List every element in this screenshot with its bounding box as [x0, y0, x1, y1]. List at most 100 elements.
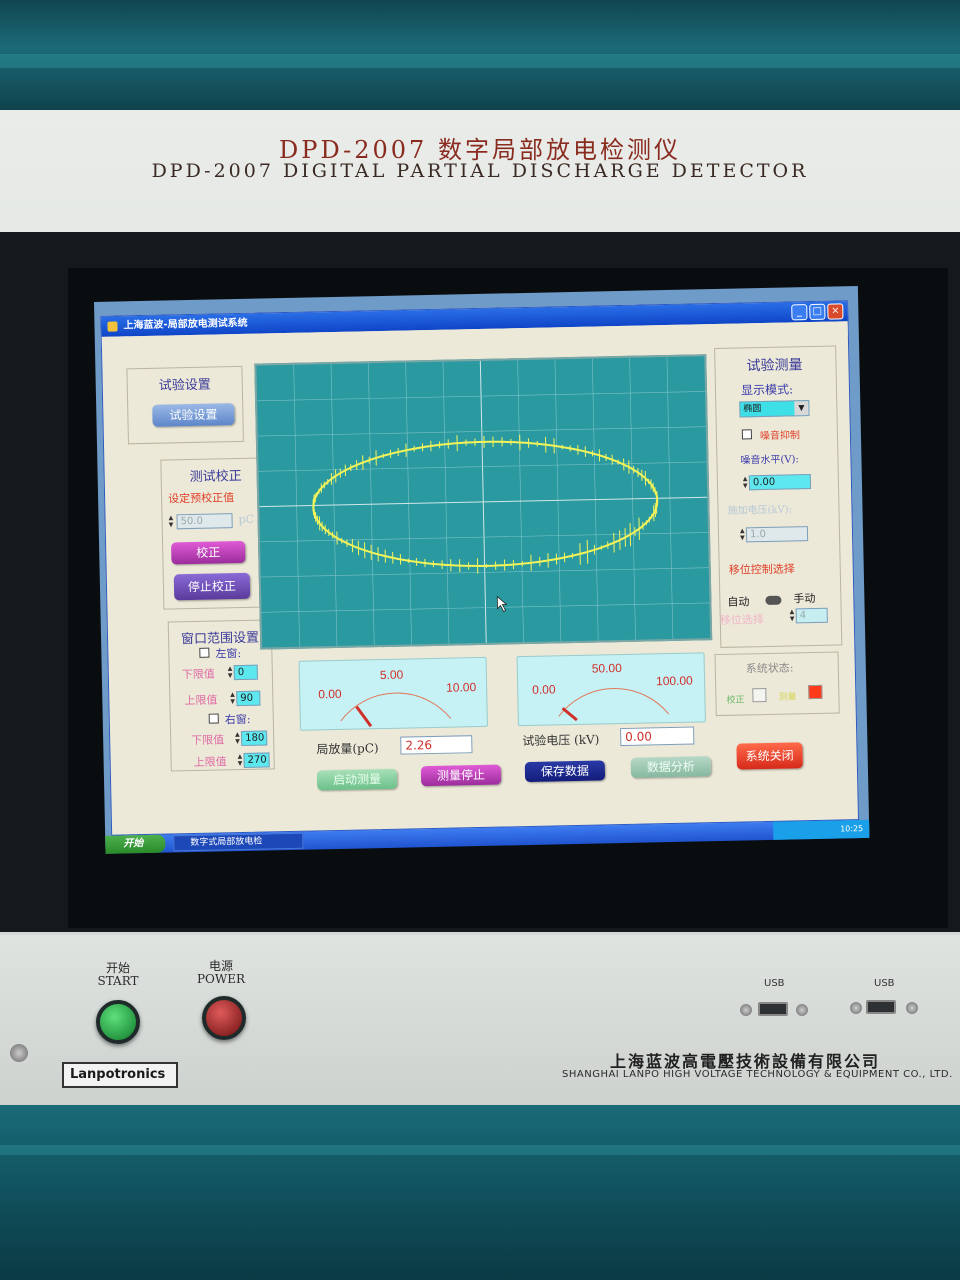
- app-icon: [107, 321, 118, 332]
- measurement-title: 试验测量: [746, 357, 803, 375]
- power-knob-label: 电源 POWER: [196, 960, 246, 986]
- voltage-meter-arc: [558, 688, 670, 717]
- display-mode-select[interactable]: 椭圆 ▼: [739, 400, 810, 418]
- left-window-checkbox[interactable]: [199, 647, 210, 658]
- screw-2: [796, 1004, 808, 1016]
- device-bottom-housing: [0, 1105, 960, 1280]
- preset-unit: pC: [238, 512, 255, 527]
- close-icon[interactable]: ×: [827, 303, 844, 320]
- pd-readout-label: 局放量(pC): [316, 741, 379, 757]
- voltage-readout: 0.00: [620, 726, 695, 747]
- system-status-title: 系统状态:: [745, 661, 794, 676]
- right-window-label: 右窗:: [224, 712, 251, 727]
- stop-calibration-button[interactable]: 停止校正: [173, 572, 251, 601]
- scope-grid: [257, 357, 710, 647]
- applied-voltage-label: 施加电压(kV):: [727, 504, 793, 517]
- left-upper-field[interactable]: 90: [236, 690, 261, 707]
- noise-suppress-label: 噪音抑制: [759, 430, 801, 443]
- screw-1: [740, 1004, 752, 1016]
- shutdown-button[interactable]: 系统关闭: [736, 742, 803, 770]
- window-title: 上海蓝波-局部放电测试系统: [123, 317, 248, 332]
- status-measure-label: 测量: [778, 692, 797, 703]
- pd-readout: 2.26: [400, 735, 473, 755]
- tray-clock: 10:25: [840, 824, 864, 834]
- left-lower-field[interactable]: 0: [233, 664, 258, 681]
- usb-port-1[interactable]: [758, 1002, 788, 1016]
- screw-4: [906, 1002, 918, 1014]
- app-window: 上海蓝波-局部放电测试系统 _ □ × 试验设置 试验设置 测试校正 设定预校正…: [100, 300, 860, 836]
- pd-meter: 0.00 5.00 10.00: [298, 656, 488, 731]
- save-data-button[interactable]: 保存数据: [524, 760, 606, 783]
- applied-voltage-field[interactable]: 1.0: [745, 526, 809, 543]
- bottom-rail: [0, 1145, 960, 1155]
- calibrate-button[interactable]: 校正: [171, 540, 246, 565]
- auto-manual-toggle[interactable]: [765, 595, 782, 606]
- scope-svg: [257, 357, 710, 647]
- system-tray: 10:25: [773, 819, 870, 840]
- test-setup-title: 试验设置: [158, 377, 211, 394]
- noise-level-field[interactable]: 0.00: [748, 474, 812, 491]
- ellipse-trace: [312, 440, 659, 567]
- voltage-meter-min: 0.00: [532, 682, 556, 697]
- analyze-data-button[interactable]: 数据分析: [630, 756, 712, 778]
- start-measure-button[interactable]: 启动测量: [316, 768, 398, 791]
- status-measure-light: [808, 684, 823, 700]
- test-setup-button[interactable]: 试验设置: [152, 403, 235, 427]
- display-mode-value: 椭圆: [743, 404, 762, 415]
- display-mode-label: 显示模式:: [740, 382, 794, 398]
- calibration-title: 测试校正: [189, 468, 242, 486]
- noise-suppress-checkbox[interactable]: [741, 429, 753, 440]
- phase-select-label: 移位选择: [719, 613, 764, 627]
- pd-meter-min: 0.00: [318, 686, 342, 702]
- left-lower-label: 下限值: [181, 667, 215, 682]
- window-range-title: 窗口范围设置: [180, 630, 260, 648]
- usb-label-1: USB: [764, 978, 785, 989]
- preset-value-field[interactable]: 50.0: [176, 513, 233, 530]
- lanpotronics-logo: Lanpotronics: [62, 1062, 178, 1088]
- phase-select-field[interactable]: 4: [795, 607, 828, 624]
- screw-3: [850, 1002, 862, 1014]
- panel-screw: [10, 1044, 28, 1062]
- manual-label: 手动: [793, 591, 816, 606]
- power-label-en: POWER: [196, 972, 246, 986]
- start-label-en: START: [97, 974, 139, 988]
- right-window-checkbox[interactable]: [208, 713, 219, 724]
- right-upper-label: 上限值: [193, 755, 227, 770]
- maximize-icon[interactable]: □: [809, 303, 826, 321]
- screen: 上海蓝波-局部放电测试系统 _ □ × 试验设置 试验设置 测试校正 设定预校正…: [94, 286, 870, 854]
- chevron-down-icon[interactable]: ▼: [794, 401, 809, 416]
- voltage-meter-needle: [561, 707, 578, 722]
- right-upper-field[interactable]: 270: [243, 752, 270, 768]
- taskbar-app-item[interactable]: 数字式局部放电检: [173, 832, 304, 852]
- usb-port-2[interactable]: [866, 1000, 896, 1014]
- stop-measure-button[interactable]: 测量停止: [420, 764, 502, 787]
- start-button[interactable]: 开始: [105, 834, 166, 854]
- usb-label-2: USB: [874, 978, 895, 989]
- power-knob[interactable]: [202, 996, 246, 1040]
- voltage-meter-max: 100.00: [655, 673, 693, 689]
- noise-level-label: 噪音水平(V):: [740, 454, 799, 467]
- voltage-readout-label: 试验电压 (kV): [522, 732, 600, 749]
- left-upper-label: 上限值: [184, 693, 218, 708]
- oscilloscope-display: [254, 354, 713, 650]
- system-status-group: 系统状态: 校正 测量: [714, 651, 840, 717]
- preset-label: 设定预校正值: [168, 491, 235, 506]
- top-rail: [0, 54, 960, 68]
- start-knob[interactable]: [96, 1000, 140, 1044]
- pd-meter-max: 10.00: [446, 680, 477, 695]
- left-window-label: 左窗:: [215, 646, 242, 661]
- voltage-meter: 0.00 50.00 100.00: [516, 652, 706, 727]
- pd-meter-needle: [355, 705, 373, 728]
- mouse-cursor-icon: [496, 595, 508, 613]
- right-lower-label: 下限值: [191, 733, 225, 748]
- right-lower-field[interactable]: 180: [241, 730, 268, 747]
- pd-meter-mid: 5.00: [379, 667, 404, 683]
- status-calibrate-light: [752, 688, 767, 703]
- test-setup-group: 试验设置 试验设置: [126, 365, 244, 445]
- preset-spinner-icon[interactable]: ▲ ▼: [168, 514, 174, 529]
- minimize-icon[interactable]: _: [791, 304, 808, 321]
- phase-control-label: 移位控制选择: [728, 562, 795, 577]
- device-title-en: DPD-2007 DIGITAL PARTIAL DISCHARGE DETEC…: [151, 160, 809, 182]
- auto-label: 自动: [727, 595, 750, 609]
- window-range-group: 窗口范围设置 左窗: 下限值 ▲ ▼ 0 上限值 ▲ ▼ 90 右窗: 下限值 ▲ ▼…: [167, 619, 275, 772]
